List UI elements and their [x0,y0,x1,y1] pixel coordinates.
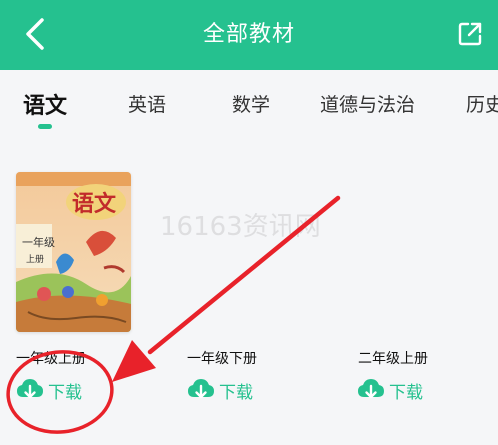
cloud-download-icon [188,379,214,399]
book-title[interactable]: 二年级上册 [358,348,428,368]
tab-chinese[interactable]: 语文 [23,88,67,120]
download-button[interactable]: 下载 [186,375,253,405]
download-button[interactable]: 下载 [15,375,82,405]
external-share-icon[interactable] [456,20,484,48]
subject-tab-bar: 语文 英语 数学 道德与法治 历史 [0,70,498,132]
watermark-text: 16163资讯网 [160,212,321,242]
annotation-arrow-head [112,340,156,382]
download-label: 下载 [219,382,253,403]
book-cover-grade2-vol1[interactable] [356,172,471,332]
cover-grade: 一年级 [22,236,55,249]
download-button[interactable]: 下载 [356,375,423,405]
cloud-download-icon [17,379,43,399]
page-title: 全部教材 [202,22,295,47]
book-cover-grade1-vol2[interactable] [186,172,301,332]
cover-volume: 上册 [26,255,45,265]
tab-english[interactable]: 英语 [128,90,166,117]
cover-title: 语文 [72,191,117,217]
book-title[interactable]: 一年级下册 [187,348,257,368]
book-cover-grade1-vol1[interactable]: 语文 一年级 上册 [16,172,131,332]
tab-morality-law[interactable]: 道德与法治 [320,90,415,117]
tab-history[interactable]: 历史 [466,90,498,117]
active-tab-indicator [38,124,52,129]
book-title[interactable]: 一年级上册 [16,348,86,368]
cloud-download-icon [358,379,384,399]
tab-math[interactable]: 数学 [232,90,270,117]
download-label: 下载 [48,382,82,403]
app-header: 全部教材 [0,0,498,70]
download-label: 下载 [389,382,423,403]
